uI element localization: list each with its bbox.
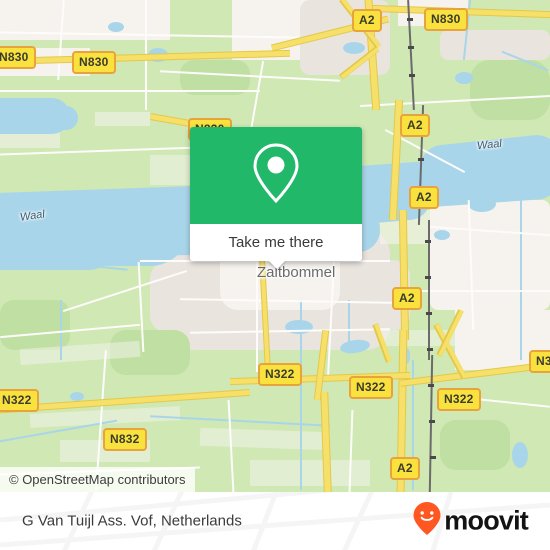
location-popup-card[interactable]: Take me there (190, 127, 362, 269)
road-shield: N832 (103, 428, 147, 451)
road-shield: A2 (392, 287, 422, 310)
popup-pointer-tail (268, 260, 286, 269)
map-canvas[interactable]: Waal Waal Zaltbommel N830 N830 N830 N830… (0, 0, 550, 492)
road-shield: N322 (437, 388, 481, 411)
take-me-there-label: Take me there (228, 234, 324, 251)
road-shield: N830 (72, 51, 116, 74)
map-attribution[interactable]: © OpenStreetMap contributors (0, 467, 195, 492)
take-me-there-button[interactable]: Take me there (190, 224, 362, 261)
road-shield: A2 (390, 457, 420, 480)
road-shield: A2 (409, 186, 439, 209)
moovit-logo[interactable]: moovit (413, 502, 529, 541)
moovit-wordmark: moovit (444, 505, 529, 536)
map-screenshot: Waal Waal Zaltbommel N830 N830 N830 N830… (0, 0, 550, 550)
map-pin-icon (250, 141, 302, 210)
road-shield: N322 (349, 376, 393, 399)
road-shield: N322 (529, 350, 550, 373)
road-shield: N830 (0, 46, 36, 69)
road-shield: N322 (258, 363, 302, 386)
popup-header (190, 127, 362, 224)
road-shield: N322 (0, 389, 39, 412)
location-title: G Van Tuijl Ass. Vof, Netherlands (22, 512, 242, 530)
road-shield: N830 (424, 8, 468, 31)
attribution-text: © OpenStreetMap contributors (9, 472, 186, 487)
road-shield: A2 (352, 9, 382, 32)
footer-bar: G Van Tuijl Ass. Vof, Netherlands moovit (0, 492, 550, 550)
moovit-pin-smiley-icon (413, 502, 441, 541)
road-shield: A2 (400, 114, 430, 137)
